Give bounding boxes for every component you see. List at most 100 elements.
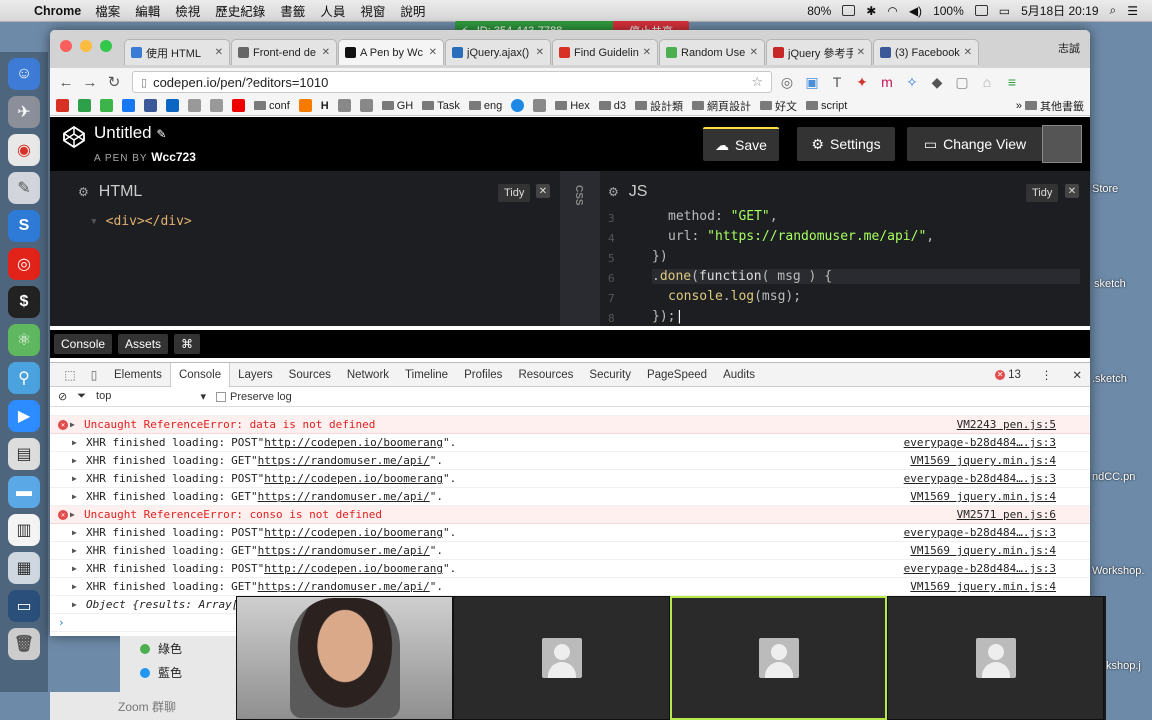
bluetooth-icon[interactable]: ✱ xyxy=(866,4,876,18)
console-row[interactable]: ▶ XHR finished loading: GET " https://rando… xyxy=(50,542,1090,560)
menu-bookmarks[interactable]: 書籤 xyxy=(280,1,305,20)
extension-icon[interactable]: ▣ xyxy=(802,74,822,91)
bookmark-icon[interactable] xyxy=(337,99,351,112)
bookmark-folder-d3[interactable]: d3 xyxy=(598,100,626,112)
cpu-meter[interactable]: 80% xyxy=(807,4,831,18)
maximize-window-icon[interactable] xyxy=(100,40,112,52)
clear-console-icon[interactable]: ⊘ xyxy=(58,390,67,403)
bookmark-folder-web-design[interactable]: 網頁設計 xyxy=(692,98,751,114)
back-icon[interactable]: ← xyxy=(54,74,78,91)
bookmark-icon[interactable] xyxy=(359,99,373,112)
menu-view[interactable]: 檢視 xyxy=(175,1,200,20)
extension-icon[interactable]: ✧ xyxy=(902,74,922,91)
devtools-tab-timeline[interactable]: Timeline xyxy=(397,363,456,387)
close-tab-icon[interactable]: ✕ xyxy=(322,47,330,58)
close-window-icon[interactable] xyxy=(60,40,72,52)
bookmark-folder-articles[interactable]: 好文 xyxy=(760,98,797,114)
assets-button[interactable]: Assets xyxy=(118,334,169,354)
css-collapsed-editor[interactable]: CSS xyxy=(560,171,600,326)
desktop-file-label[interactable]: Store xyxy=(1092,183,1118,195)
menu-window[interactable]: 視窗 xyxy=(360,1,385,20)
gear-icon[interactable]: ⚙ xyxy=(608,185,619,199)
extension-icon[interactable]: ◎ xyxy=(777,74,797,91)
screen-icon[interactable] xyxy=(842,5,856,16)
browser-tab[interactable]: Find Guideline ✕ xyxy=(552,39,658,65)
browser-tab[interactable]: Random User ✕ xyxy=(659,39,765,65)
fold-icon[interactable]: ▾ xyxy=(90,214,106,229)
expand-arrow-icon[interactable]: ▶ xyxy=(72,492,82,501)
close-tab-icon[interactable]: ✕ xyxy=(215,47,223,58)
page-info-icon[interactable]: ▯ xyxy=(141,76,147,89)
devtools-tab-audits[interactable]: Audits xyxy=(715,363,763,387)
bookmark-icon[interactable] xyxy=(210,99,223,112)
devtools-tab-elements[interactable]: Elements xyxy=(106,363,170,387)
change-view-button[interactable]: ▭ Change View xyxy=(907,127,1043,161)
xhr-url-link[interactable]: http://codepen.io/boomerang xyxy=(264,562,443,575)
bookmark-folder-script[interactable]: script xyxy=(806,100,847,112)
bookmark-folder-design[interactable]: 設計類 xyxy=(635,98,683,114)
console-row[interactable]: ▶ XHR finished loading: GET " https://rando… xyxy=(50,578,1090,596)
source-link[interactable]: VM1569 jquery.min.js:4 xyxy=(910,580,1056,593)
expand-arrow-icon[interactable]: ▶ xyxy=(72,600,82,609)
filter-icon[interactable]: ⏷ xyxy=(77,390,86,403)
extension-icon[interactable]: ▢ xyxy=(952,74,972,91)
menu-edit[interactable]: 編輯 xyxy=(135,1,160,20)
clock[interactable]: 5月18日 20:19 xyxy=(1021,2,1098,19)
expand-arrow-icon[interactable]: ▶ xyxy=(70,510,80,519)
browser-tab[interactable]: Front-end de ✕ xyxy=(231,39,337,65)
pen-title[interactable]: Untitled ✎ xyxy=(94,123,166,143)
devtools-tab-network[interactable]: Network xyxy=(339,363,397,387)
menu-help[interactable]: 說明 xyxy=(400,1,425,20)
gmail-icon[interactable] xyxy=(56,99,69,112)
expand-arrow-icon[interactable]: ▶ xyxy=(72,456,82,465)
chrome-menu-icon[interactable]: ≡ xyxy=(1002,74,1022,90)
bookmark-folder-eng[interactable]: eng xyxy=(468,100,502,112)
source-link[interactable]: everypage-b28d484….js:3 xyxy=(904,526,1056,539)
source-link[interactable]: everypage-b28d484….js:3 xyxy=(904,472,1056,485)
app-menu[interactable]: Chrome xyxy=(34,4,81,18)
zoom-icon[interactable]: ▶ xyxy=(8,400,40,432)
launchpad-icon[interactable]: ✈ xyxy=(8,96,40,128)
expand-arrow-icon[interactable]: ▶ xyxy=(72,564,82,573)
forward-icon[interactable]: → xyxy=(78,74,102,91)
close-tab-icon[interactable]: ✕ xyxy=(857,47,865,58)
preserve-log-toggle[interactable]: Preserve log xyxy=(216,391,292,403)
bookmark-folder-hex[interactable]: Hex xyxy=(555,100,590,112)
preserve-log-checkbox[interactable] xyxy=(216,391,227,402)
devtools-tab-resources[interactable]: Resources xyxy=(510,363,581,387)
close-tab-icon[interactable]: ✕ xyxy=(429,47,437,58)
reload-icon[interactable]: ↻ xyxy=(102,73,126,91)
profile-button[interactable]: 志誠 xyxy=(1058,40,1080,56)
console-error-row[interactable]: ✕ ▶ Uncaught ReferenceError: data is not d… xyxy=(50,416,1090,434)
extension-icon[interactable]: ✦ xyxy=(852,74,872,91)
volume-icon[interactable]: ◀) xyxy=(909,4,922,18)
netease-music-icon[interactable]: ◎ xyxy=(8,248,40,280)
devtools-tab-console[interactable]: Console xyxy=(169,362,231,387)
error-counter[interactable]: ✕ 13 xyxy=(995,369,1021,381)
more-options-icon[interactable]: ⋮ xyxy=(1041,368,1053,382)
spotlight-icon[interactable]: ⌕ xyxy=(1110,3,1117,18)
browser-tab[interactable]: jQuery.ajax() ✕ xyxy=(445,39,551,65)
downloads-icon[interactable]: ▦ xyxy=(8,552,40,584)
source-link[interactable]: everypage-b28d484….js:3 xyxy=(904,562,1056,575)
close-tab-icon[interactable]: ✕ xyxy=(750,47,758,58)
gear-icon[interactable]: ⚙ xyxy=(78,185,89,199)
wifi-icon[interactable]: ◠ xyxy=(887,4,897,18)
keyboard-shortcuts-button[interactable]: ⌘ xyxy=(174,334,201,354)
trash-icon[interactable]: 🗑 xyxy=(8,628,40,660)
address-bar[interactable]: ▯ codepen.io/pen/?editors=1010 ☆ xyxy=(132,71,772,93)
sourcetree-icon[interactable]: ⚲ xyxy=(8,362,40,394)
devtools-tab-security[interactable]: Security xyxy=(581,363,639,387)
devtools-tab-profiles[interactable]: Profiles xyxy=(456,363,510,387)
close-devtools-icon[interactable]: ✕ xyxy=(1072,368,1082,382)
bookmark-icon[interactable] xyxy=(122,99,135,112)
settings-button[interactable]: ⚙ Settings xyxy=(797,127,895,161)
object-preview[interactable]: Object {results: Array[ xyxy=(86,598,238,611)
star-icon[interactable]: ☆ xyxy=(751,74,763,90)
bookmark-folder-conf[interactable]: conf xyxy=(254,100,290,112)
bookmark-folder-task[interactable]: Task xyxy=(422,100,460,112)
video-tile[interactable] xyxy=(453,596,670,720)
source-link[interactable]: everypage-b28d484….js:3 xyxy=(904,436,1056,449)
bookmark-icon[interactable] xyxy=(188,99,201,112)
js-collapse-icon[interactable]: ✕ xyxy=(1065,184,1079,198)
